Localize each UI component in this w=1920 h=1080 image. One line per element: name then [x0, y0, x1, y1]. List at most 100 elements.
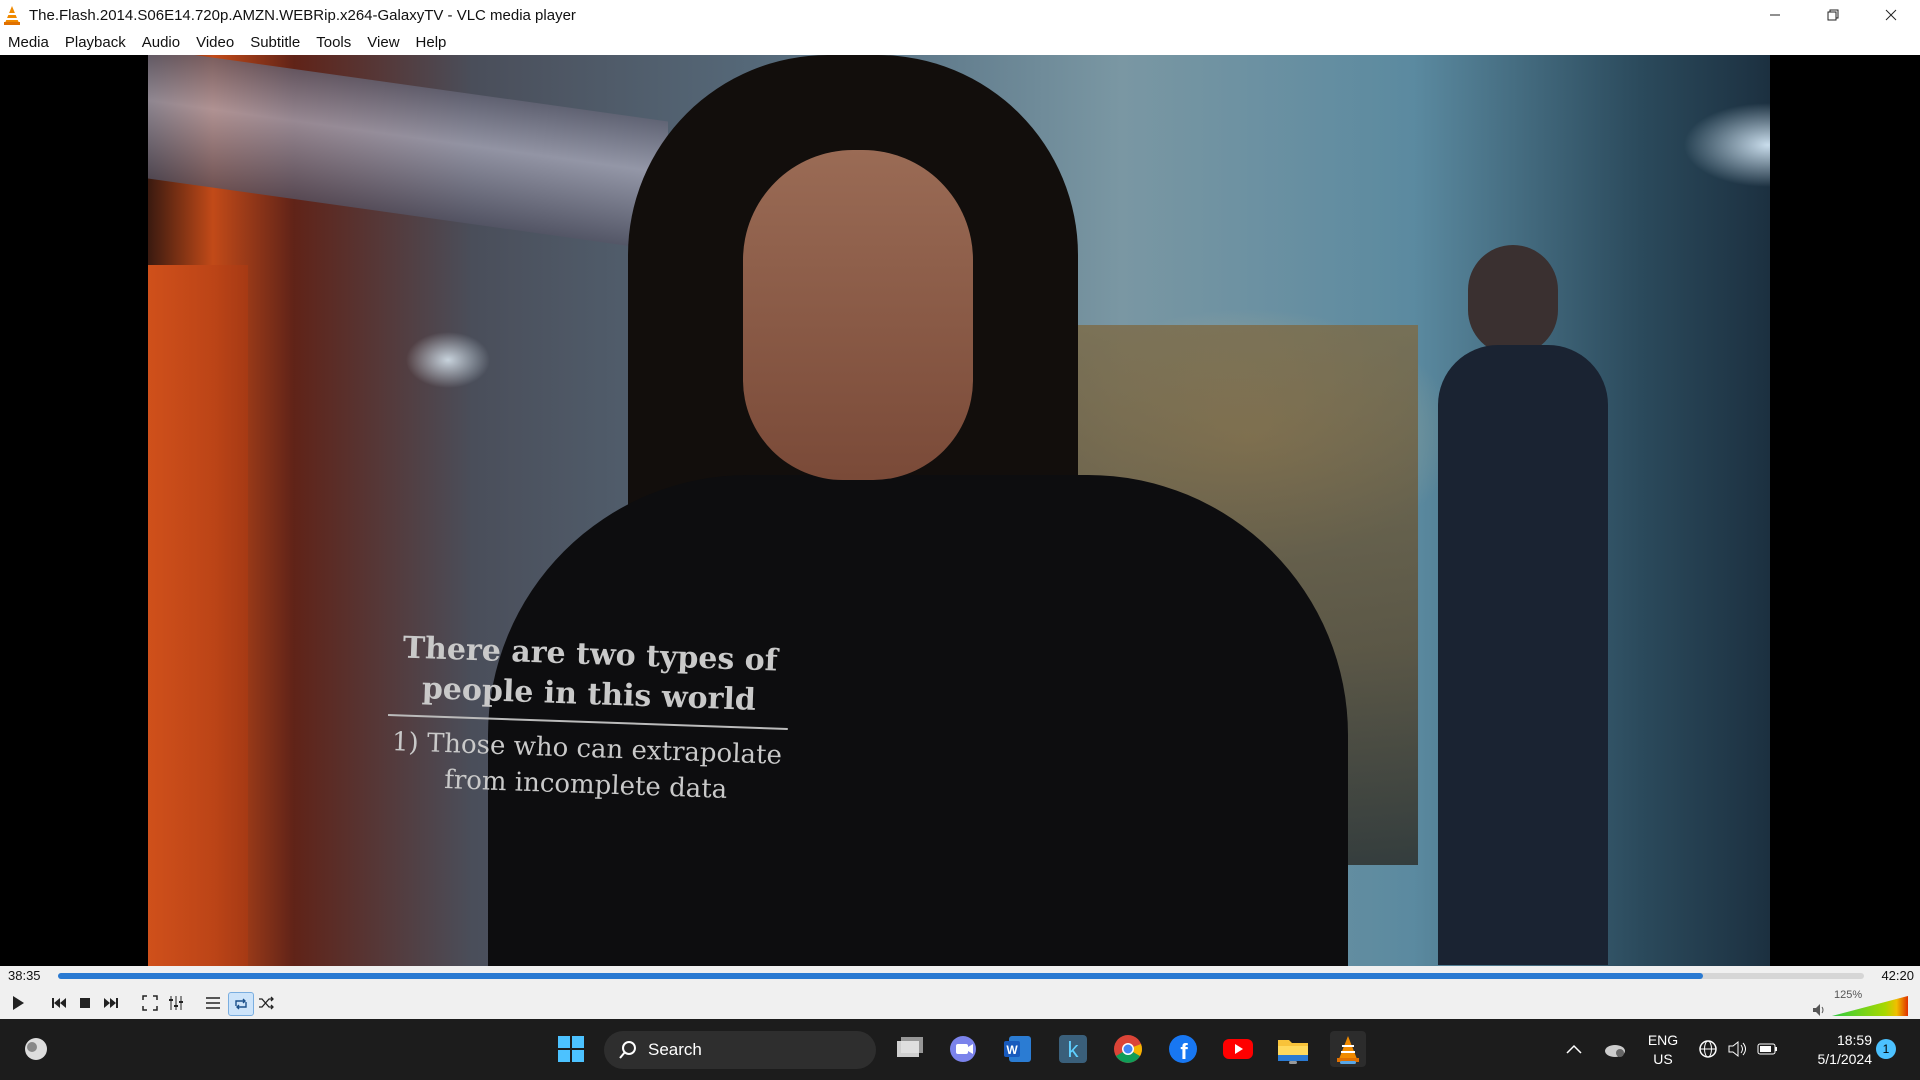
minimize-icon [1770, 14, 1780, 16]
stop-button[interactable] [73, 992, 97, 1014]
close-icon [1885, 9, 1897, 21]
video-frame: There are two types of people in this wo… [148, 55, 1770, 966]
weather-cloud-shape [25, 1038, 47, 1060]
extended-settings-button[interactable] [164, 992, 188, 1014]
volume-slider[interactable]: 125% [1812, 989, 1912, 1016]
svg-text:f: f [1180, 1039, 1188, 1064]
start-button[interactable] [553, 1031, 589, 1067]
onedrive-icon[interactable] [1597, 1031, 1633, 1067]
playlist-button[interactable] [201, 992, 225, 1014]
previous-button[interactable] [47, 992, 71, 1014]
menu-playback[interactable]: Playback [57, 30, 134, 55]
svg-text:W: W [1006, 1043, 1018, 1057]
volume-level [1832, 996, 1908, 1016]
facebook-shape: f [1169, 1035, 1197, 1064]
facebook-icon[interactable]: f [1165, 1031, 1201, 1067]
search-icon [619, 1041, 636, 1059]
background-person-head [1468, 245, 1558, 355]
youtube-icon[interactable] [1220, 1031, 1256, 1067]
fullscreen-button[interactable] [138, 992, 162, 1014]
language-indicator[interactable]: ENG US [1645, 1031, 1681, 1069]
person-face [743, 150, 973, 480]
cloud-shape [1605, 1045, 1625, 1057]
task-view-shape [897, 1037, 923, 1057]
file-explorer-icon[interactable] [1275, 1031, 1311, 1067]
shuffle-button[interactable] [254, 992, 278, 1014]
windows-icon [558, 1036, 584, 1062]
app-open-indicator [1289, 1061, 1297, 1064]
stop-icon [80, 998, 90, 1008]
playlist-icon [206, 997, 220, 1009]
weather-icon[interactable] [18, 1031, 54, 1067]
loop-button[interactable] [228, 992, 254, 1016]
globe-shape [1699, 1040, 1717, 1058]
vlc-cone-icon [3, 5, 21, 25]
menu-video[interactable]: Video [188, 30, 242, 55]
language-code: ENG [1647, 1032, 1679, 1048]
menu-help[interactable]: Help [408, 30, 455, 55]
next-button[interactable] [99, 992, 123, 1014]
window-controls [1746, 0, 1920, 30]
shuffle-icon [259, 996, 274, 1010]
speaker-icon [1813, 1004, 1824, 1016]
search-box[interactable]: Search [604, 1031, 876, 1069]
youtube-shape [1223, 1039, 1253, 1059]
elapsed-time: 38:35 [8, 968, 41, 983]
app-active-indicator [1340, 1061, 1356, 1064]
close-button[interactable] [1862, 0, 1920, 30]
clock-date: 5/1/2024 [1817, 1051, 1873, 1067]
teams-icon[interactable] [945, 1031, 981, 1067]
playback-controls: 125% [0, 987, 1920, 1019]
vlc-cone-shape [1337, 1036, 1359, 1062]
restore-button[interactable] [1804, 0, 1862, 30]
shirt-print: There are two types of people in this wo… [355, 627, 821, 811]
play-button[interactable] [6, 992, 30, 1014]
seek-row: 38:35 42:20 [0, 966, 1920, 987]
chrome-shape [1114, 1035, 1142, 1063]
minimize-button[interactable] [1746, 0, 1804, 30]
menu-view[interactable]: View [359, 30, 407, 55]
foreground-person [488, 55, 1348, 966]
vlc-taskbar-icon[interactable] [1330, 1031, 1366, 1067]
search-label: Search [648, 1040, 702, 1059]
folder-shape [1278, 1040, 1308, 1061]
taskbar: Search W k f ENG US 18:59 5/1/2024 1 [0, 1019, 1920, 1080]
play-icon [13, 996, 24, 1010]
notification-badge[interactable]: 1 [1868, 1031, 1904, 1067]
menu-audio[interactable]: Audio [134, 30, 188, 55]
clock-time: 18:59 [1836, 1032, 1872, 1048]
restore-icon [1827, 9, 1839, 21]
teams-shape [950, 1036, 976, 1062]
loop-icon [235, 998, 247, 1010]
speaker-shape [1728, 1040, 1746, 1058]
title-bar: The.Flash.2014.S06E14.720p.AMZN.WEBRip.x… [0, 0, 1920, 30]
window-title: The.Flash.2014.S06E14.720p.AMZN.WEBRip.x… [29, 6, 576, 24]
menu-subtitle[interactable]: Subtitle [242, 30, 308, 55]
background-wall [148, 265, 248, 966]
chrome-icon[interactable] [1110, 1031, 1146, 1067]
equalizer-icon [169, 996, 183, 1010]
kodi-shape: k [1059, 1035, 1087, 1063]
task-view-icon[interactable] [891, 1031, 927, 1067]
seek-progress [58, 973, 1704, 979]
notification-count: 1 [1876, 1039, 1896, 1059]
background-person [1418, 245, 1618, 966]
battery-icon[interactable] [1750, 1031, 1786, 1067]
previous-icon [52, 998, 66, 1008]
menu-bar: Media Playback Audio Video Subtitle Tool… [0, 30, 1920, 55]
word-shape: W [1004, 1036, 1031, 1062]
word-icon[interactable]: W [1000, 1031, 1036, 1067]
clock[interactable]: 18:59 5/1/2024 [1792, 1031, 1873, 1069]
seek-bar[interactable] [58, 973, 1864, 979]
video-area[interactable]: There are two types of people in this wo… [0, 55, 1920, 966]
kodi-icon[interactable]: k [1055, 1031, 1091, 1067]
fullscreen-icon [142, 995, 158, 1011]
menu-media[interactable]: Media [0, 30, 57, 55]
menu-tools[interactable]: Tools [308, 30, 359, 55]
chevron-up-icon [1566, 1044, 1582, 1054]
total-time: 42:20 [1881, 968, 1914, 983]
region-code: US [1653, 1051, 1673, 1067]
svg-text:k: k [1068, 1037, 1080, 1062]
show-hidden-icons-icon[interactable] [1556, 1031, 1592, 1067]
next-icon [104, 998, 118, 1008]
